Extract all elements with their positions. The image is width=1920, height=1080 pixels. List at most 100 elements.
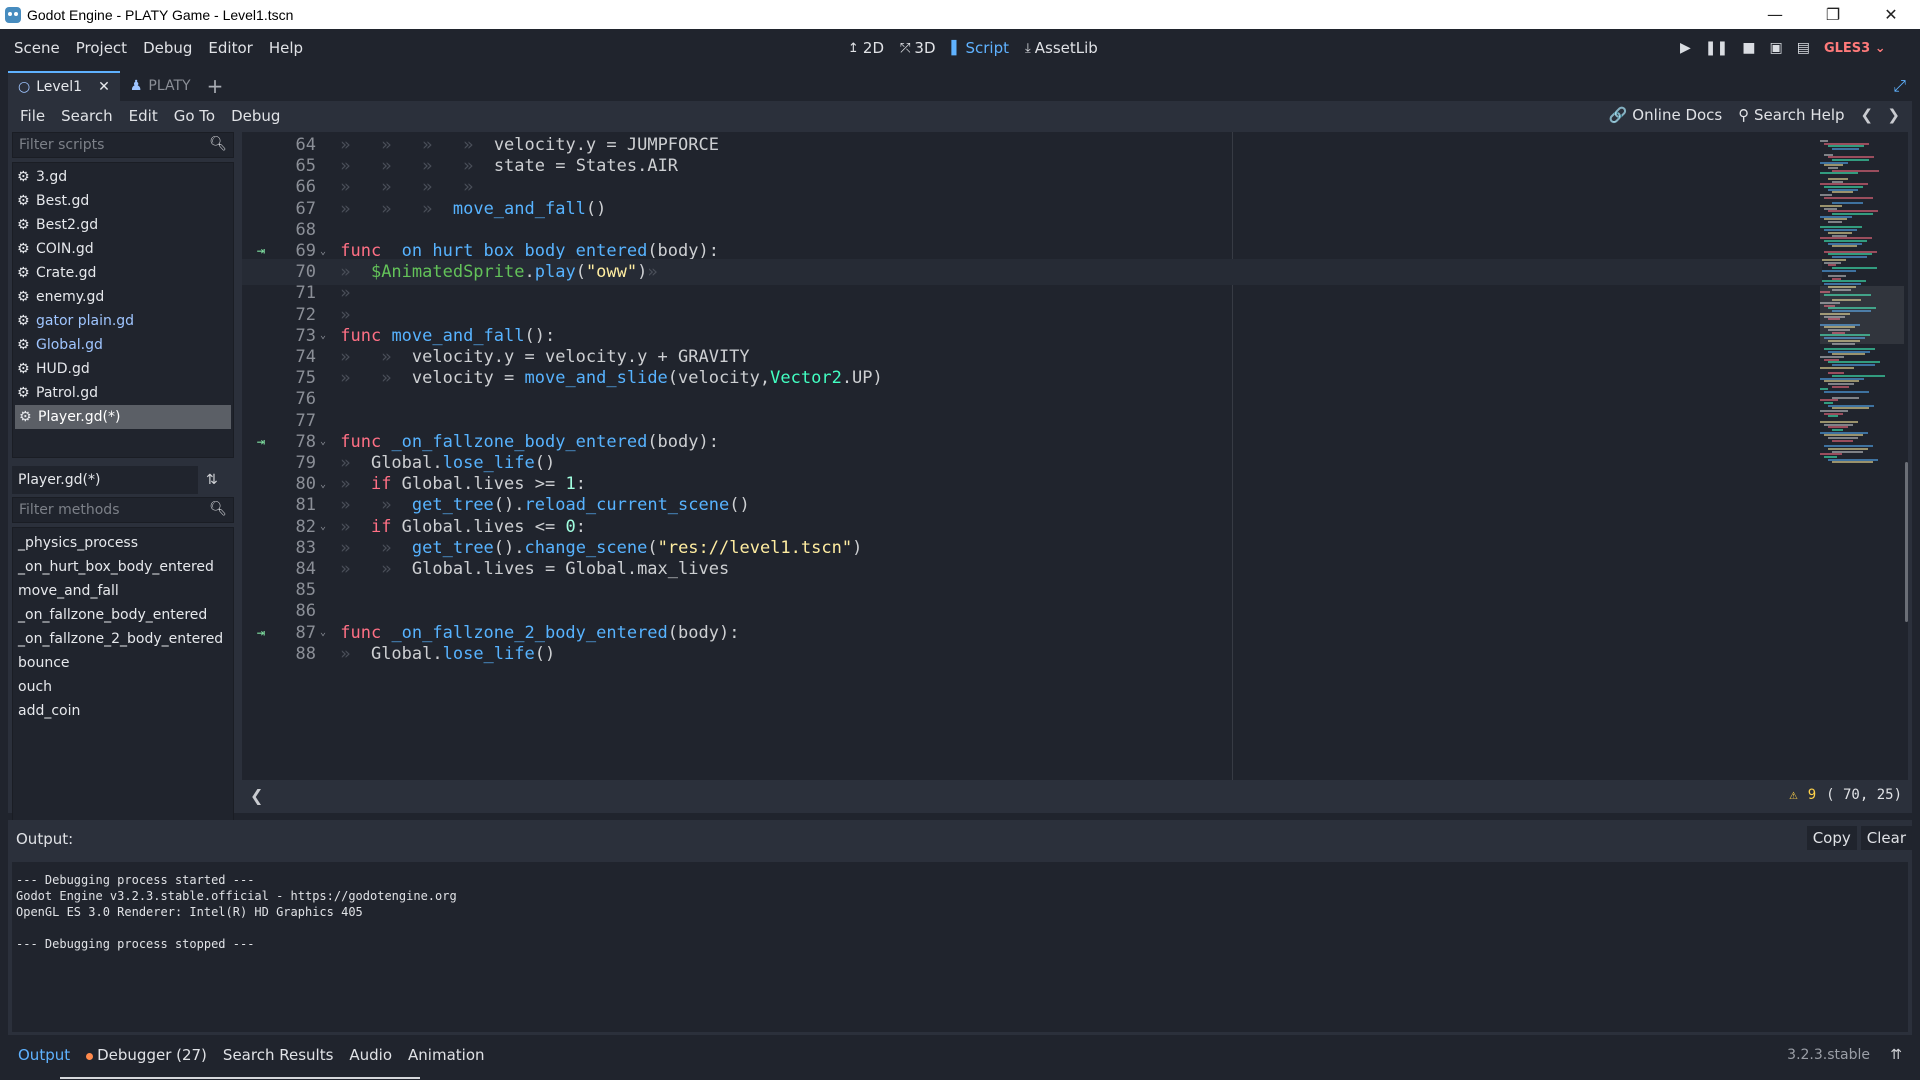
bottom-tab-debugger[interactable]: Debugger (27) <box>86 1046 207 1064</box>
copy-button[interactable]: Copy <box>1806 826 1857 850</box>
output-log[interactable]: --- Debugging process started --- Godot … <box>12 862 1908 1032</box>
link-icon: 🔗 <box>1608 106 1628 124</box>
script-list-item[interactable]: ⚙ COIN.gd <box>13 237 233 261</box>
script-list-panel: Filter scripts 🔍︎ ⚙ 3.gd ⚙ Best.gd ⚙ Best2.gd… <box>12 132 234 825</box>
close-tab-icon[interactable]: ✕ <box>98 79 110 95</box>
signal-connection-icon[interactable]: ⇥ <box>242 243 280 259</box>
script-list-item[interactable]: ⚙ Best.gd <box>13 189 233 213</box>
sort-alpha-icon[interactable]: ⇅ <box>206 472 218 488</box>
line-number: 83 <box>295 537 316 558</box>
script-list-item[interactable]: ⚙ enemy.gd <box>13 285 233 309</box>
method-list-item[interactable]: ouch <box>13 675 233 699</box>
fold-arrow-icon[interactable]: ⌄ <box>316 521 330 532</box>
method-list-item[interactable]: _on_hurt_box_body_entered <box>13 555 233 579</box>
script-list-item[interactable]: ⚙ Patrol.gd <box>13 381 233 405</box>
stop-icon[interactable]: ■ <box>1742 40 1755 56</box>
maximize-button[interactable]: ❐ <box>1804 0 1862 29</box>
code-token: (body): <box>647 241 719 261</box>
minimap-line <box>1824 261 1841 264</box>
scene-tab-level1[interactable]: ○ Level1 ✕ <box>8 71 120 101</box>
fold-arrow-icon[interactable]: ⌄ <box>316 436 330 447</box>
bottom-tab-output[interactable]: Output <box>18 1046 70 1064</box>
bottom-tab-animation[interactable]: Animation <box>408 1046 484 1064</box>
method-list-item[interactable]: bounce <box>13 651 233 675</box>
workspace-2d-button[interactable]: ↥ 2D <box>848 39 884 57</box>
method-list-item[interactable]: _on_fallzone_body_entered <box>13 603 233 627</box>
code-scrollbar[interactable] <box>1905 462 1908 622</box>
scene-tab-platy[interactable]: ♟ PLATY <box>120 71 201 101</box>
warning-icon[interactable]: ⚠ <box>1789 787 1797 803</box>
minimap-line <box>1828 264 1836 267</box>
add-scene-tab-icon[interactable]: + <box>207 74 224 98</box>
code-text: » » velocity = move_and_slide(velocity,V… <box>330 368 883 388</box>
online-docs-label: Online Docs <box>1632 106 1723 124</box>
script-list-item[interactable]: ⚙ 3.gd <box>13 165 233 189</box>
play-custom-scene-icon[interactable]: ▤ <box>1797 40 1810 56</box>
fold-arrow-icon[interactable]: ⌄ <box>316 330 330 341</box>
menu-scene[interactable]: Scene <box>6 39 68 57</box>
code-token: move_and_slide <box>524 368 668 389</box>
line-number: 67 <box>295 198 316 219</box>
minimize-button[interactable]: — <box>1746 0 1804 29</box>
bottom-tab-search-results[interactable]: Search Results <box>223 1046 333 1064</box>
code-line[interactable]: 88 » Global.lose_life() <box>242 641 1822 667</box>
renderer-select[interactable]: GLES3 ⌄ <box>1824 41 1886 56</box>
method-list-item[interactable]: _on_fallzone_2_body_entered <box>13 627 233 651</box>
search-help-button[interactable]: ⚲ Search Help <box>1738 106 1844 124</box>
gear-icon: ⚙ <box>17 241 30 257</box>
script-list-item[interactable]: ⚙ gator plain.gd <box>13 309 233 333</box>
method-list-item[interactable]: move_and_fall <box>13 579 233 603</box>
distraction-free-icon[interactable]: ⤢ <box>1893 76 1906 96</box>
menu-debug[interactable]: Debug <box>135 39 200 57</box>
script-menu-goto[interactable]: Go To <box>166 107 223 125</box>
script-menu-search[interactable]: Search <box>53 107 121 125</box>
pause-icon[interactable]: ❚❚ <box>1705 40 1728 56</box>
minimap-line <box>1824 196 1873 199</box>
minimap-viewport[interactable] <box>1820 286 1904 344</box>
workspace-assetlib-button[interactable]: ⤓ AssetLib <box>1025 39 1098 57</box>
clear-button[interactable]: Clear <box>1860 826 1912 850</box>
history-back-icon[interactable]: ❮ <box>1861 106 1874 124</box>
filter-methods-input[interactable]: Filter methods 🔍︎ <box>12 497 234 523</box>
fold-arrow-icon[interactable]: ⌄ <box>316 627 330 638</box>
online-docs-button[interactable]: 🔗 Online Docs <box>1609 106 1722 124</box>
script-menu-edit[interactable]: Edit <box>121 107 166 125</box>
warning-count[interactable]: 9 <box>1808 787 1816 803</box>
method-list-item[interactable]: _physics_process <box>13 531 233 555</box>
code-editor[interactable]: 64 » » » » velocity.y = JUMPFORCE 65 » » … <box>242 132 1908 780</box>
menu-project[interactable]: Project <box>68 39 135 57</box>
signal-connection-icon[interactable]: ⇥ <box>242 434 280 450</box>
workspace-3d-button[interactable]: ⤱ 3D <box>900 39 936 57</box>
tab-marker: » <box>411 177 453 198</box>
tab-marker: » <box>330 198 371 219</box>
script-list-item[interactable]: ⚙ Global.gd <box>13 333 233 357</box>
gear-icon: ⚙ <box>17 313 30 329</box>
history-forward-icon[interactable]: ❯ <box>1887 106 1900 124</box>
play-scene-icon[interactable]: ▣ <box>1769 40 1782 56</box>
close-window-button[interactable]: ✕ <box>1862 0 1920 29</box>
bottom-tab-audio[interactable]: Audio <box>349 1046 392 1064</box>
script-list-item[interactable]: ⚙ Best2.gd <box>13 213 233 237</box>
script-menu-file[interactable]: File <box>12 107 53 125</box>
expand-bottom-panel-icon[interactable]: ⇈ <box>1890 1047 1902 1063</box>
workspace-script-button[interactable]: ▌ Script <box>952 39 1010 57</box>
toggle-scripts-panel-icon[interactable]: ❮ <box>250 786 263 805</box>
script-list-item[interactable]: ⚙ HUD.gd <box>13 357 233 381</box>
menu-help[interactable]: Help <box>261 39 311 57</box>
fold-arrow-icon[interactable]: ⌄ <box>316 479 330 490</box>
method-list-item[interactable]: add_coin <box>13 699 233 723</box>
script-list-item[interactable]: ⚙ Crate.gd <box>13 261 233 285</box>
minimap-line <box>1820 280 1866 283</box>
code-text <box>330 580 340 600</box>
menu-editor[interactable]: Editor <box>200 39 260 57</box>
fold-arrow-icon[interactable]: ⌄ <box>316 246 330 257</box>
script-menu-debug[interactable]: Debug <box>223 107 288 125</box>
filter-scripts-input[interactable]: Filter scripts 🔍︎ <box>12 132 234 158</box>
script-list-item[interactable]: ⚙ Player.gd(*) <box>15 405 231 429</box>
code-token: Global.lives = Global.max_lives <box>411 559 730 579</box>
code-token: : <box>575 516 586 537</box>
code-minimap[interactable] <box>1820 132 1904 780</box>
signal-connection-icon[interactable]: ⇥ <box>242 625 280 641</box>
play-icon[interactable]: ▶ <box>1680 40 1691 56</box>
